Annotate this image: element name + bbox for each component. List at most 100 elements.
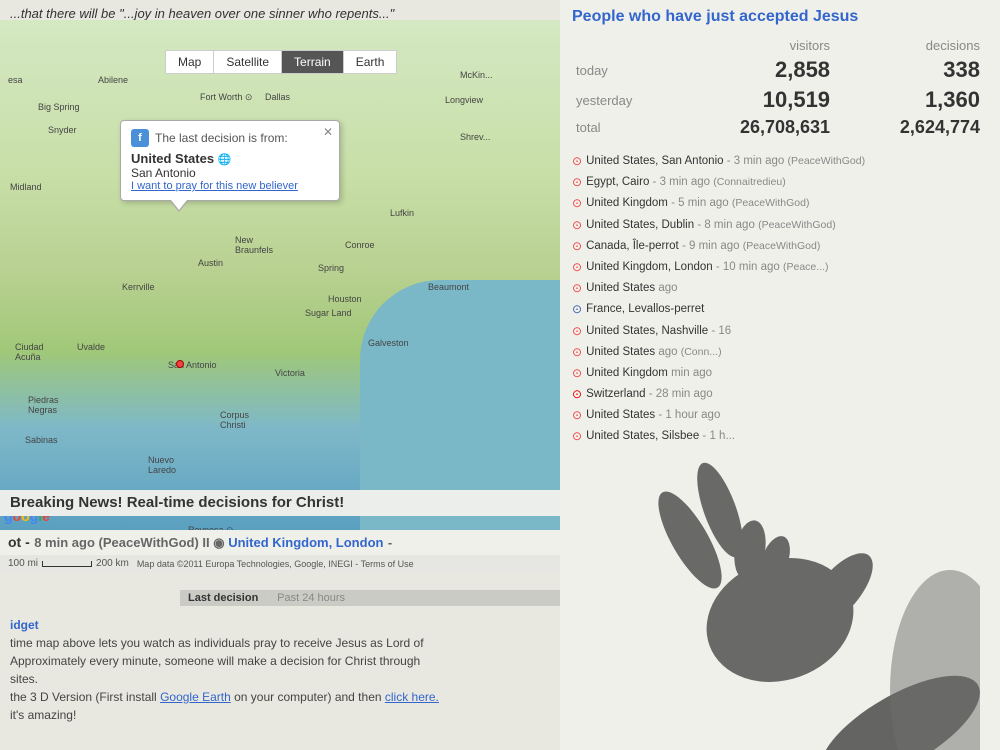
last-decision-bar: Last decision | Past 24 hours: [180, 590, 560, 606]
city-sugarland: Sugar Land: [305, 308, 352, 318]
widget-line1: time map above lets you watch as individ…: [10, 634, 550, 652]
stats-row-today: today 2,858 338: [572, 55, 988, 85]
city-piedrasnegras: PiedrasNegras: [28, 395, 59, 415]
yesterday-visitors: 10,519: [672, 85, 838, 115]
decision-0-time2: 3 min ago: [734, 155, 785, 167]
decision-0-country: United States, San Antonio: [586, 155, 723, 167]
popup-icon: f: [131, 129, 149, 147]
breaking-news-title: Breaking News! Real-time decisions for C…: [10, 494, 344, 511]
panel-title: People who have just accepted Jesus: [572, 8, 988, 26]
decision-2: ⊙ United Kingdom - 5 min ago (PeaceWithG…: [572, 194, 988, 213]
decision-5: ⊙ United Kingdom, London - 10 min ago (P…: [572, 258, 988, 277]
past-24-hours-link[interactable]: Past 24 hours: [277, 592, 345, 604]
scale-200km: 200 km: [96, 558, 129, 569]
last-decision-link[interactable]: Last decision: [188, 592, 258, 604]
ticker-subtitle: 8 min ago (PeaceWithGod) II ◉: [34, 535, 228, 550]
city-uvalde: Uvalde: [77, 342, 105, 352]
city-shrev: Shrev...: [460, 132, 490, 142]
decision-0: ⊙ United States, San Antonio - 3 min ago…: [572, 152, 988, 171]
stats-row-yesterday: yesterday 10,519 1,360: [572, 85, 988, 115]
city-abilene2: esa: [8, 75, 23, 85]
city-longview: Longview: [445, 95, 483, 105]
label-yesterday: yesterday: [572, 85, 672, 115]
popup-city: San Antonio: [131, 166, 329, 180]
decision-0-time: -: [727, 155, 734, 167]
decision-1-country: Egypt, Cairo: [586, 176, 649, 188]
widget-line2: Approximately every minute, someone will…: [10, 652, 550, 670]
city-spring: Spring: [318, 263, 344, 273]
map-btn-terrain[interactable]: Terrain: [282, 51, 344, 73]
city-lufkin: Lufkin: [390, 208, 414, 218]
map-toolbar: Map Satellite Terrain Earth: [165, 50, 397, 74]
flag-uk-2: ⊙: [572, 194, 582, 213]
ticker-location[interactable]: United Kingdom, London: [228, 535, 383, 550]
click-here-link[interactable]: click here.: [385, 690, 439, 704]
popup-pray-link[interactable]: I want to pray for this new believer: [131, 180, 329, 192]
decision-6: ⊙ United States ago: [572, 279, 988, 298]
map-btn-satellite[interactable]: Satellite: [214, 51, 282, 73]
decision-11: ⊙ Switzerland - 28 min ago: [572, 385, 988, 404]
city-corpuschristi: CorpusChristi: [220, 410, 249, 430]
breaking-news-bar: Breaking News! Real-time decisions for C…: [0, 490, 560, 516]
flag-us-0: ⊙: [572, 152, 582, 171]
city-bigspring: Big Spring: [38, 102, 80, 112]
city-dallas: Dallas: [265, 92, 290, 102]
yesterday-decisions: 1,360: [838, 85, 988, 115]
city-sabinas: Sabinas: [25, 435, 58, 445]
city-newbraunfels: NewBraunfels: [235, 235, 273, 255]
flag-uk-5: ⊙: [572, 258, 582, 277]
decision-3: ⊙ United States, Dublin - 8 min ago (Pea…: [572, 216, 988, 235]
flag-us-6: ⊙: [572, 279, 582, 298]
ticker-area: ot - 8 min ago (PeaceWithGod) II ◉ Unite…: [0, 530, 560, 558]
scale-bar: 100 mi 200 km: [8, 558, 129, 569]
city-conroe: Conroe: [345, 240, 375, 250]
flag-ch-11: ⊙: [572, 385, 582, 404]
map-popup: ✕ f The last decision is from: United St…: [120, 120, 340, 201]
today-visitors: 2,858: [672, 55, 838, 85]
label-total: total: [572, 115, 672, 140]
popup-country: United States 🌐: [131, 151, 329, 166]
map-btn-map[interactable]: Map: [166, 51, 214, 73]
label-today: today: [572, 55, 672, 85]
decision-7: ⊙ France, Levallos-perret: [572, 300, 988, 319]
city-victoria: Victoria: [275, 368, 305, 378]
ticker-title: ot - 8 min ago (PeaceWithGod) II ◉ Unite…: [8, 534, 552, 552]
flag-us-8: ⊙: [572, 322, 582, 341]
header-visitors: visitors: [672, 36, 838, 55]
flag-us-12: ⊙: [572, 406, 582, 425]
city-mckinney: McKin...: [460, 70, 493, 80]
decision-9: ⊙ United States ago (Conn...): [572, 343, 988, 362]
today-decisions: 338: [838, 55, 988, 85]
total-decisions: 2,624,774: [838, 115, 988, 140]
widget-line4: the 3 D Version (First install Google Ea…: [10, 688, 550, 706]
map-btn-earth[interactable]: Earth: [344, 51, 397, 73]
decision-12: ⊙ United States - 1 hour ago: [572, 406, 988, 425]
city-nuevolaredo: NuevoLaredo: [148, 455, 176, 475]
widget-line3: sites.: [10, 670, 550, 688]
map-area: Map Satellite Terrain Earth Fort Worth ⊙…: [0, 20, 560, 530]
decision-1: ⊙ Egypt, Cairo - 3 min ago (Connaitredie…: [572, 173, 988, 192]
decision-4: ⊙ Canada, Île-perrot - 9 min ago (PeaceW…: [572, 237, 988, 256]
popup-subtitle: The last decision is from:: [155, 131, 288, 145]
us-flag-emoji: 🌐: [218, 154, 232, 166]
city-snyder: Snyder: [48, 125, 77, 135]
flag-us-13: ⊙: [572, 427, 582, 446]
widget-label: idget: [10, 618, 39, 632]
right-panel: People who have just accepted Jesus visi…: [560, 0, 1000, 750]
decision-8: ⊙ United States, Nashville - 16: [572, 322, 988, 341]
city-galveston: Galveston: [368, 338, 409, 348]
city-beaumont: Beaumont: [428, 282, 469, 292]
decision-13: ⊙ United States, Silsbee - 1 h...: [572, 427, 988, 446]
scale-100mi: 100 mi: [8, 558, 38, 569]
google-earth-link[interactable]: Google Earth: [160, 690, 231, 704]
city-midland: Midland: [10, 182, 42, 192]
stats-row-total: total 26,708,631 2,624,774: [572, 115, 988, 140]
widget-description: idget time map above lets you watch as i…: [0, 610, 560, 730]
flag-fr-7: ⊙: [572, 300, 582, 319]
total-visitors: 26,708,631: [672, 115, 838, 140]
header-decisions: decisions: [838, 36, 988, 55]
city-austin: Austin: [198, 258, 223, 268]
decision-10: ⊙ United Kingdom min ago: [572, 364, 988, 383]
popup-close-button[interactable]: ✕: [323, 125, 333, 139]
quote-text: ...that there will be "...joy in heaven …: [10, 6, 394, 21]
